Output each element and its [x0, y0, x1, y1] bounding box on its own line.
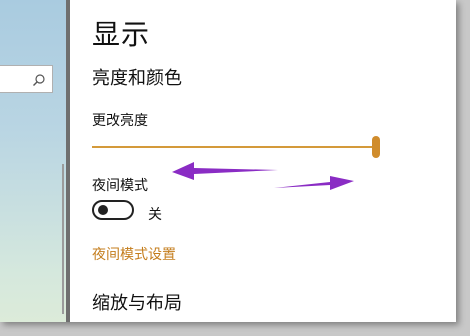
- page-title: 显示: [92, 18, 151, 51]
- night-mode-label: 夜间模式: [92, 178, 148, 194]
- brightness-section-title: 亮度和颜色: [92, 68, 182, 89]
- annotation-arrow-left: [172, 162, 278, 180]
- annotation-arrow-right: [274, 176, 354, 190]
- sidebar: [0, 0, 66, 322]
- night-mode-toggle[interactable]: [92, 200, 134, 220]
- night-mode-settings-link[interactable]: 夜间模式设置: [92, 244, 176, 264]
- brightness-slider-track[interactable]: [92, 146, 376, 148]
- brightness-slider-thumb[interactable]: [372, 136, 380, 158]
- brightness-slider-label: 更改亮度: [92, 113, 148, 129]
- toggle-knob: [98, 205, 108, 215]
- settings-window: 显示 亮度和颜色 更改亮度 夜间模式 关 夜间模式设置 缩放与布局: [0, 0, 456, 322]
- sidebar-scrollbar[interactable]: [62, 164, 64, 314]
- search-box[interactable]: [0, 65, 53, 93]
- search-icon[interactable]: [32, 72, 46, 86]
- scale-layout-section-title: 缩放与布局: [92, 293, 182, 314]
- sidebar-divider: [66, 0, 70, 322]
- night-mode-toggle-state: 关: [148, 207, 162, 223]
- brightness-slider[interactable]: [92, 136, 380, 158]
